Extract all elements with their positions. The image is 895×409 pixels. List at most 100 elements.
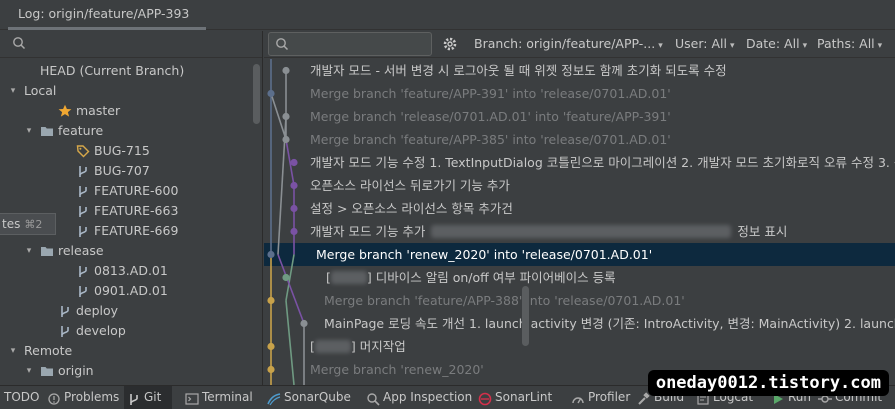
date-filter[interactable]: Date: All ▾ — [746, 36, 807, 51]
commit-row[interactable]: Merge branch 'renew_2020' into 'release/… — [264, 243, 895, 266]
tree-item[interactable]: ▾ Local — [0, 81, 262, 101]
commit-row[interactable]: 개발자 모드 기능 추가 정보 표시 — [264, 220, 895, 243]
tool-sonarqube-button[interactable]: SonarQube — [264, 386, 351, 409]
branch-filter-label: Branch: origin/feature/APP-... — [474, 36, 656, 51]
commit-message: MainPage 로딩 속도 개선 1. launch activity 변경 … — [324, 312, 895, 335]
branch-search[interactable] — [0, 31, 262, 58]
tool-profiler-button[interactable]: Profiler — [568, 386, 630, 409]
tree-item-label: BUG-715 — [94, 143, 150, 158]
tab-log[interactable]: Log: origin/feature/APP-393 — [8, 0, 199, 30]
commit-row[interactable]: 오픈소스 라이선스 뒤로가기 기능 추가 — [264, 174, 895, 197]
tab-active-underline — [8, 27, 206, 30]
tool-sonarlint-button[interactable]: SonarLint — [475, 386, 552, 409]
commit-message-tail: 정보 표시 — [737, 224, 788, 239]
tree-item-label: origin — [58, 363, 94, 378]
tree-item[interactable]: HEAD (Current Branch) — [0, 61, 262, 81]
tree-item[interactable]: 0813.AD.01 — [0, 261, 262, 281]
tool-window-chip[interactable]: tes ⌘2 — [0, 213, 56, 235]
sonarqube-icon — [267, 391, 281, 406]
redacted-text — [330, 271, 367, 284]
commit-node — [267, 89, 275, 98]
tree-item[interactable]: develop — [0, 321, 262, 341]
graph-edge — [277, 254, 305, 324]
gear-icon[interactable] — [442, 36, 458, 52]
tree-item[interactable]: master — [0, 101, 262, 121]
tree-item-label: master — [76, 103, 121, 118]
commit-row[interactable]: [] 머지작업 — [264, 335, 895, 358]
branch-filter[interactable]: Branch: origin/feature/APP-... ▾ — [474, 36, 663, 51]
tree-item[interactable]: ▾ feature — [0, 121, 262, 141]
commit-node — [290, 204, 298, 213]
branch-tree-scrollbar[interactable] — [253, 64, 260, 124]
tree-item-label: feature — [58, 123, 104, 138]
user-filter[interactable]: User: All ▾ — [675, 36, 734, 51]
commit-message: 개발자 모드 기능 추가 정보 표시 — [310, 220, 787, 243]
commit-message-text: MainPage 로딩 속도 개선 1. launch activity 변경 … — [324, 316, 895, 331]
tree-item[interactable]: 0901.AD.01 — [0, 281, 262, 301]
tree-item[interactable]: ▾ origin — [0, 361, 262, 381]
commit-message: Merge branch 'release/0701.AD.01' into '… — [310, 105, 671, 128]
git-icon — [127, 391, 141, 405]
commit-row[interactable]: 개발자 모드 - 서버 변경 시 로그아웃 될 때 위젯 정보도 함께 초기화 … — [264, 59, 895, 82]
tool-terminal-button[interactable]: Terminal — [182, 386, 253, 409]
redacted-text — [431, 225, 732, 238]
commit-message: [] 머지작업 — [310, 339, 406, 354]
tree-item[interactable]: ▾ Remote — [0, 341, 262, 361]
branch-icon — [76, 164, 90, 178]
commit-log-scrollbar[interactable] — [522, 286, 529, 346]
tool-label: TODO — [4, 390, 40, 404]
chevron-down-icon[interactable]: ▾ — [8, 341, 18, 361]
tool-label: Profiler — [588, 390, 631, 404]
tool-label: SonarLint — [495, 390, 553, 404]
tool-app-inspection-button[interactable]: App Inspection — [363, 386, 472, 409]
tool-label: Terminal — [202, 390, 253, 404]
tree-item[interactable]: BUG-707 — [0, 161, 262, 181]
commit-graph — [267, 59, 308, 385]
commit-row[interactable]: MainPage 로딩 속도 개선 1. launch activity 변경 … — [264, 312, 895, 335]
branch-icon — [76, 204, 90, 218]
todo-icon — [0, 391, 1, 405]
watermark: oneday0012.tistory.com — [647, 370, 889, 396]
tree-item[interactable]: FEATURE-600 — [0, 181, 262, 201]
tree-item-label: HEAD (Current Branch) — [40, 63, 185, 78]
chevron-down-icon[interactable]: ▾ — [24, 241, 34, 261]
commit-message-text: 오픈소스 라이선스 뒤로가기 기능 추가 — [310, 178, 510, 193]
tree-item-label: release — [58, 243, 104, 258]
commit-message: 오픈소스 라이선스 뒤로가기 기능 추가 — [310, 174, 510, 197]
paths-filter[interactable]: Paths: All ▾ — [817, 36, 882, 51]
chevron-down-icon: ▾ — [802, 41, 808, 51]
branch-icon — [76, 184, 90, 198]
commit-row[interactable]: Merge branch 'feature/APP-391' into 'rel… — [264, 82, 895, 105]
commit-row[interactable]: [] 디바이스 알림 on/off 여부 파이어베이스 등록 — [264, 266, 895, 289]
commit-message-text: Merge branch 'feature/APP-388' into 'rel… — [324, 293, 685, 308]
app-inspection-icon — [366, 391, 380, 406]
commit-row[interactable]: 설정 > 오픈소스 라이선스 항목 추가건 — [264, 197, 895, 220]
chevron-down-icon[interactable]: ▾ — [24, 361, 34, 381]
tool-todo-button[interactable]: TODO — [0, 386, 39, 409]
tool-git-button[interactable]: Git — [124, 386, 172, 409]
chevron-down-icon[interactable]: ▾ — [24, 121, 34, 141]
commit-row[interactable]: Merge branch 'feature/APP-385' into 'rel… — [264, 128, 895, 151]
sonarlint-icon — [478, 391, 492, 406]
commit-message-text: 개발자 모드 기능 수정 1. TextInputDialog 코틀린으로 마이… — [310, 155, 895, 170]
tree-item-label: FEATURE-669 — [94, 223, 179, 238]
commit-message: Merge branch 'feature/APP-388' into 'rel… — [324, 289, 685, 312]
chip-shortcut: ⌘2 — [24, 218, 43, 231]
commit-row[interactable]: Merge branch 'feature/APP-388' into 'rel… — [264, 289, 895, 312]
tree-item-label: 0901.AD.01 — [94, 283, 168, 298]
commit-node — [282, 135, 290, 144]
profiler-icon — [571, 391, 585, 405]
tree-item[interactable]: deploy — [0, 301, 262, 321]
commit-node — [282, 273, 290, 282]
commit-message-text: ] 디바이스 알림 on/off 여부 파이어베이스 등록 — [366, 270, 616, 285]
tree-item[interactable]: BUG-715 — [0, 141, 262, 161]
log-search-input[interactable] — [268, 32, 432, 56]
tool-problems-button[interactable]: Problems — [44, 386, 119, 409]
commit-node — [267, 365, 275, 374]
commit-row[interactable]: Merge branch 'release/0701.AD.01' into '… — [264, 105, 895, 128]
search-icon — [276, 38, 289, 51]
chevron-down-icon[interactable]: ▾ — [8, 81, 18, 101]
chevron-down-icon: ▾ — [877, 41, 883, 51]
commit-row[interactable]: 개발자 모드 기능 수정 1. TextInputDialog 코틀린으로 마이… — [264, 151, 895, 174]
tree-item[interactable]: ▾ release — [0, 241, 262, 261]
